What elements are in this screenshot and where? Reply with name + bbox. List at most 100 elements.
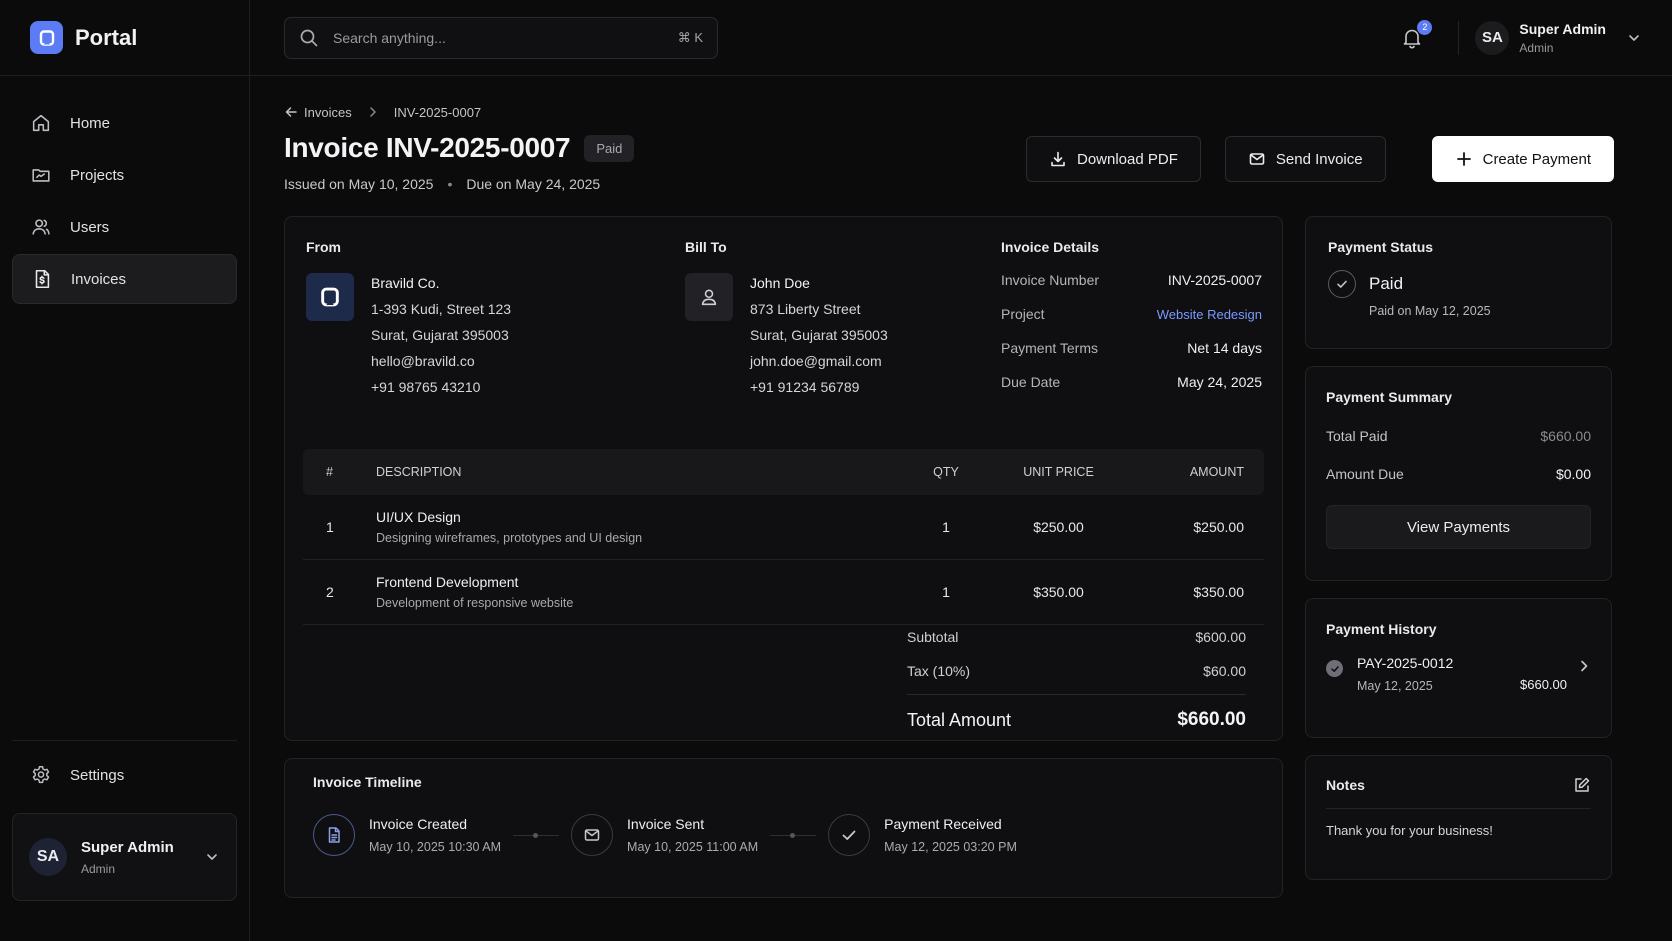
sidebar-user-card[interactable]: SA Super Admin Admin [12, 813, 237, 901]
timeline-connector [770, 832, 817, 838]
from-email: hello@bravild.co [371, 353, 475, 369]
sidebar-item-invoices[interactable]: Invoices [12, 254, 237, 304]
create-payment-label: Create Payment [1482, 150, 1591, 168]
dot-separator: • [447, 176, 453, 192]
issued-date: Issued on May 10, 2025 [284, 176, 434, 192]
tax-value: $60.00 [1203, 663, 1246, 679]
timeline-time: May 12, 2025 03:20 PM [884, 840, 1017, 854]
chevron-down-icon[interactable] [204, 849, 220, 865]
topbar-separator [1458, 20, 1460, 55]
col-header-amount: AMOUNT [1189, 465, 1244, 479]
invoice-totals: Subtotal $600.00 Tax (10%) $60.00 Total … [907, 620, 1246, 741]
invoice-icon [31, 268, 53, 290]
from-lines: Bravild Co. 1-393 Kudi, Street 123 Surat… [371, 273, 511, 400]
page-content: Invoices INV-2025-0007 Invoice INV-2025-… [250, 76, 1672, 898]
row-number: 2 [326, 584, 334, 600]
table-row: 1 UI/UX Design Designing wireframes, pro… [303, 495, 1264, 560]
download-pdf-label: Download PDF [1076, 150, 1178, 168]
project-link[interactable]: Website Redesign [1157, 307, 1262, 322]
payment-history-label: Payment History [1326, 621, 1437, 637]
sidebar-item-projects[interactable]: Projects [12, 150, 237, 200]
amount-due-value: $0.00 [1555, 466, 1591, 482]
home-icon [30, 112, 52, 134]
timeline-title: Payment Received [884, 816, 1002, 832]
detail-row-invoice-number: Invoice Number INV-2025-0007 [1001, 263, 1262, 297]
subtotal-label: Subtotal [907, 629, 959, 645]
sidebar-item-label: Invoices [71, 270, 127, 288]
row-amount: $250.00 [1193, 519, 1244, 535]
tax-row: Tax (10%) $60.00 [907, 654, 1246, 688]
from-address-line1: 1-393 Kudi, Street 123 [371, 301, 512, 317]
due-date: Due on May 24, 2025 [466, 176, 601, 192]
payment-status-value: Paid [1369, 274, 1404, 293]
mail-icon [1248, 150, 1266, 168]
payment-summary-card: Payment Summary Total Paid $660.00 Amoun… [1305, 366, 1612, 581]
chevron-down-icon[interactable] [1626, 30, 1642, 46]
avatar: SA [1475, 20, 1510, 55]
notes-text: Thank you for your business! [1326, 823, 1493, 838]
gear-icon [30, 764, 52, 786]
item-subtitle: Designing wireframes, prototypes and UI … [376, 531, 643, 545]
notifications-button[interactable]: 2 [1400, 19, 1433, 50]
notes-label: Notes [1326, 777, 1365, 793]
detail-row-project: Project Website Redesign [1001, 297, 1262, 331]
detail-key: Project [1001, 306, 1045, 322]
breadcrumb-parent-link[interactable]: Invoices [304, 105, 352, 120]
send-invoice-button[interactable]: Send Invoice [1224, 136, 1386, 182]
sidebar-item-settings[interactable]: Settings [12, 757, 237, 793]
invoice-card: From Bravild Co. 1-393 Kudi, Street 123 … [284, 216, 1283, 741]
send-invoice-label: Send Invoice [1275, 150, 1363, 168]
bill-to-section: Bill To John Doe 873 Liberty Street Sura… [685, 239, 1001, 429]
user-role: Admin [1519, 40, 1554, 55]
sidebar-item-label: Projects [70, 166, 125, 184]
chevron-right-icon[interactable] [1577, 659, 1591, 673]
notes-card: Notes Thank you for your business! [1305, 755, 1612, 880]
timeline-step-paid: Payment Received May 12, 2025 03:20 PM [828, 814, 1017, 856]
timeline-time: May 10, 2025 11:00 AM [627, 840, 759, 854]
sidebar-item-users[interactable]: Users [12, 202, 237, 252]
chevron-right-icon [366, 105, 380, 119]
search-bar[interactable]: ⌘ K [284, 16, 718, 59]
bill-to-address-line2: Surat, Gujarat 395003 [750, 327, 888, 343]
user-info: Super Admin Admin [81, 839, 204, 876]
portal-logo-icon [30, 21, 63, 54]
total-label: Total Amount [907, 709, 1012, 730]
timeline-time: May 10, 2025 10:30 AM [369, 840, 502, 854]
from-address-line2: Surat, Gujarat 395003 [371, 327, 509, 343]
arrow-left-icon[interactable] [284, 105, 298, 119]
line-items-table: # DESCRIPTION QTY UNIT PRICE AMOUNT 1 UI… [303, 449, 1264, 625]
col-header-unit-price: UNIT PRICE [1023, 465, 1094, 479]
topbar: ⌘ K 2 SA Super Admin Admin [250, 0, 1672, 76]
download-pdf-button[interactable]: Download PDF [1025, 136, 1201, 182]
top-user-menu[interactable]: SA Super Admin Admin [1475, 20, 1642, 55]
payment-history-item[interactable]: PAY-2025-0012 May 12, 2025 $660.00 [1326, 655, 1591, 693]
timeline-title: Invoice Sent [627, 816, 705, 832]
avatar: SA [29, 838, 67, 876]
right-column: Payment Status Paid Paid on May 12, 2025… [1305, 216, 1612, 898]
settings-label: Settings [70, 766, 125, 784]
subtotal-value: $600.00 [1195, 629, 1246, 645]
view-payments-button[interactable]: View Payments [1326, 505, 1591, 549]
user-role: Admin [81, 861, 116, 876]
check-icon [828, 814, 871, 856]
subtotal-row: Subtotal $600.00 [907, 620, 1246, 654]
invoice-dates: Issued on May 10, 2025 • Due on May 24, … [284, 176, 1026, 192]
sidebar-item-home[interactable]: Home [12, 98, 237, 148]
check-icon [1326, 660, 1343, 677]
download-icon [1049, 150, 1067, 168]
row-qty: 1 [942, 519, 950, 535]
user-info: Super Admin Admin [1519, 21, 1606, 55]
payment-id: PAY-2025-0012 [1357, 655, 1454, 671]
bill-to-email: john.doe@gmail.com [750, 353, 882, 369]
create-payment-button[interactable]: Create Payment [1431, 136, 1614, 182]
notes-header: Notes [1326, 776, 1591, 809]
edit-icon[interactable] [1573, 776, 1591, 794]
detail-key: Due Date [1001, 374, 1061, 390]
search-input[interactable] [333, 29, 678, 46]
users-icon [30, 216, 52, 238]
page-title: Invoice INV-2025-0007 [284, 132, 571, 163]
total-paid-value: $660.00 [1540, 428, 1591, 444]
brand[interactable]: Portal [0, 0, 249, 76]
notification-count-badge: 2 [1417, 19, 1433, 35]
bill-to-body: John Doe 873 Liberty Street Surat, Gujar… [685, 273, 1001, 400]
